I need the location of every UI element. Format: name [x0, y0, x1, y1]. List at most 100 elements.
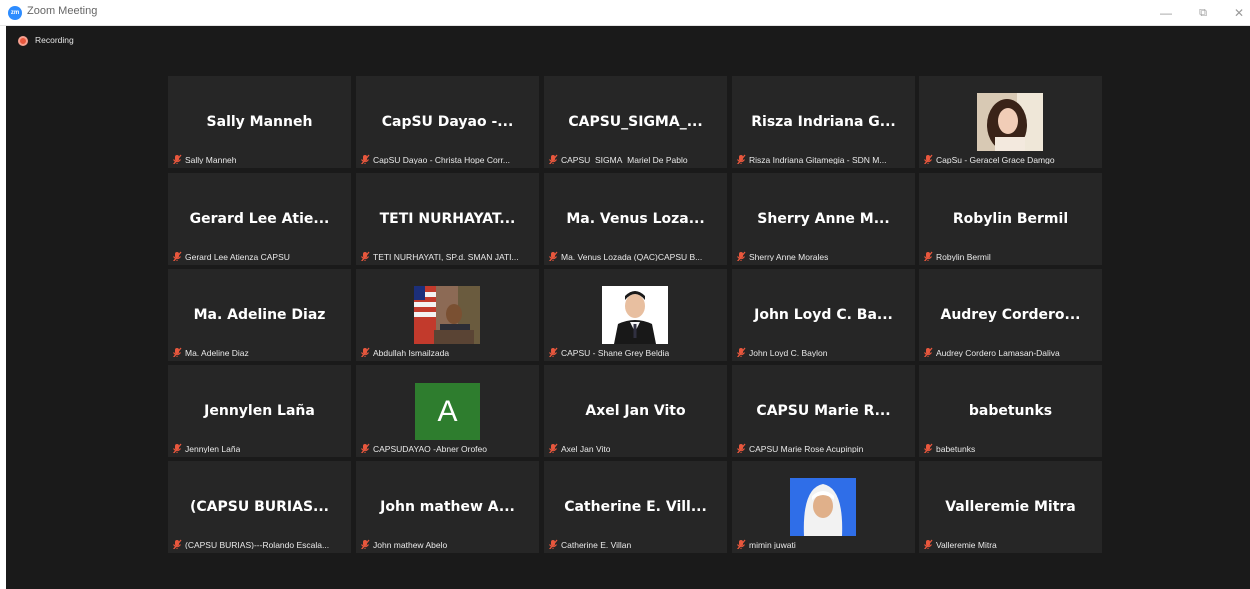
participant-name: Audrey Cordero Lamasan-Daliva	[936, 347, 1060, 357]
participant-tile[interactable]: CAPSU_SIGMA_... CAPSU_SIGMA_Mariel De Pab…	[544, 76, 727, 168]
participant-tile[interactable]: CapSu - Geracel Grace Damgo	[919, 76, 1102, 168]
participant-display-name: Sherry Anne M...	[757, 211, 890, 227]
participant-tile[interactable]: TETI NURHAYAT... TETI NURHAYATI, SP.d. SM…	[356, 173, 539, 265]
participant-name-label: John Loyd C. Baylon	[736, 344, 827, 357]
participant-display-name: TETI NURHAYAT...	[379, 211, 516, 227]
muted-mic-icon	[923, 154, 933, 164]
participant-name: CAPSU - Shane Grey Beldia	[561, 347, 670, 357]
participant-tile[interactable]: John Loyd C. Ba... John Loyd C. Baylon	[732, 269, 915, 361]
participant-name: Sally Manneh	[185, 154, 237, 164]
participant-name: Axel Jan Vito	[561, 443, 611, 453]
participant-tile[interactable]: Abdullah Ismailzada	[356, 269, 539, 361]
participant-tile[interactable]: A CAPSUDAYAO -Abner Orofeo	[356, 365, 539, 457]
participant-display-name: Audrey Cordero...	[940, 307, 1081, 323]
participant-name-label: Jennylen Laña	[172, 440, 240, 453]
participant-display-name: CAPSU_SIGMA_...	[568, 114, 703, 130]
participant-name-label: mimin juwati	[736, 536, 796, 549]
participant-tile[interactable]: Gerard Lee Atie... Gerard Lee Atienza CAP…	[168, 173, 351, 265]
muted-mic-icon	[360, 251, 370, 261]
participant-name-label: Axel Jan Vito	[548, 440, 610, 453]
participant-tile[interactable]: Robylin Bermil Robylin Bermil	[919, 173, 1102, 265]
participant-display-name: Axel Jan Vito	[585, 403, 686, 419]
participant-tile[interactable]: Ma. Venus Loza... Ma. Venus Lozada (QAC)C…	[544, 173, 727, 265]
participant-display-name: John mathew A...	[380, 499, 515, 515]
muted-mic-icon	[923, 539, 933, 549]
participant-name-label: Sally Manneh	[172, 151, 237, 164]
window-title: Zoom Meeting	[27, 5, 98, 17]
participant-name-label: CAPSU_SIGMA_Mariel De Pablo	[548, 151, 688, 164]
participant-tile[interactable]: Sally Manneh Sally Manneh	[168, 76, 351, 168]
muted-mic-icon	[172, 154, 182, 164]
participant-name-label: John mathew Abelo	[360, 536, 447, 549]
participant-name-label: babetunks	[923, 440, 975, 453]
recording-icon	[18, 36, 28, 46]
participant-tile[interactable]: Valleremie Mitra Valleremie Mitra	[919, 461, 1102, 553]
participant-display-name: Jennylen Laña	[204, 403, 315, 419]
muted-mic-icon	[736, 443, 746, 453]
participant-display-name: Valleremie Mitra	[945, 499, 1076, 515]
participant-name-label: Ma. Adeline Diaz	[172, 344, 249, 357]
participant-tile[interactable]: Axel Jan Vito Axel Jan Vito	[544, 365, 727, 457]
participant-tile[interactable]: CAPSU - Shane Grey Beldia	[544, 269, 727, 361]
participant-name-label: Ma. Venus Lozada (QAC)CAPSU B...	[548, 248, 702, 261]
close-button[interactable]: ✕	[1230, 4, 1248, 22]
photo-man-formal-portrait	[602, 286, 668, 344]
zoom-logo-icon: zm	[8, 6, 22, 20]
participant-name: Jennylen Laña	[185, 443, 241, 453]
participant-tile[interactable]: mimin juwati	[732, 461, 915, 553]
muted-mic-icon	[172, 347, 182, 357]
muted-mic-icon	[172, 251, 182, 261]
participant-tile[interactable]: (CAPSU BURIAS... (CAPSU BURIAS)---Rolando…	[168, 461, 351, 553]
restore-button[interactable]: ⧉	[1194, 4, 1212, 22]
participant-tile[interactable]: Catherine E. Vill... Catherine E. Villan	[544, 461, 727, 553]
participant-name: Robylin Bermil	[936, 251, 991, 261]
participant-display-name: CapSU Dayao -...	[381, 114, 514, 130]
participant-display-name: CAPSU Marie R...	[756, 403, 891, 419]
participant-tile[interactable]: John mathew A... John mathew Abelo	[356, 461, 539, 553]
participant-tile[interactable]: babetunks babetunks	[919, 365, 1102, 457]
photo-woman-hijab	[790, 478, 856, 536]
muted-mic-icon	[736, 347, 746, 357]
participant-tile[interactable]: CAPSU Marie R... CAPSU Marie Rose Acupinp…	[732, 365, 915, 457]
participant-name: CAPSU Marie Rose Acupinpin	[749, 443, 864, 453]
minimize-button[interactable]: —	[1157, 4, 1175, 22]
participant-display-name: Robylin Bermil	[952, 211, 1069, 227]
participant-name: Ma. Adeline Diaz	[185, 347, 249, 357]
muted-mic-icon	[548, 251, 558, 261]
participant-name: Ma. Venus Lozada (QAC)CAPSU B...	[561, 251, 703, 261]
participant-display-name: Sally Manneh	[206, 114, 313, 130]
participant-name: babetunks	[936, 443, 976, 453]
muted-mic-icon	[360, 154, 370, 164]
participant-tile[interactable]: Audrey Cordero... Audrey Cordero Lamasan-…	[919, 269, 1102, 361]
participant-tile[interactable]: CapSU Dayao -... CapSU Dayao - Christa Ho…	[356, 76, 539, 168]
participant-display-name: (CAPSU BURIAS...	[190, 499, 329, 515]
participant-display-name: Ma. Venus Loza...	[566, 211, 705, 227]
participant-name: Catherine E. Villan	[561, 539, 632, 549]
participant-tile[interactable]: Jennylen Laña Jennylen Laña	[168, 365, 351, 457]
participant-tile[interactable]: Sherry Anne M... Sherry Anne Morales	[732, 173, 915, 265]
participant-name-label: Gerard Lee Atienza CAPSU	[172, 248, 290, 261]
participant-display-name: Ma. Adeline Diaz	[193, 307, 326, 323]
participant-tile[interactable]: Risza Indriana G... Risza Indriana Gitame…	[732, 76, 915, 168]
participant-name: John Loyd C. Baylon	[749, 347, 828, 357]
muted-mic-icon	[548, 347, 558, 357]
participant-name: CAPSUDAYAO -Abner Orofeo	[373, 443, 488, 453]
muted-mic-icon	[360, 347, 370, 357]
muted-mic-icon	[360, 539, 370, 549]
participant-name-label: Sherry Anne Morales	[736, 248, 828, 261]
participant-name-label: CAPSUDAYAO -Abner Orofeo	[360, 440, 487, 453]
participant-display-name: Risza Indriana G...	[751, 114, 896, 130]
participant-name: mimin juwati	[749, 539, 796, 549]
participant-name: John mathew Abelo	[373, 539, 448, 549]
participant-name: TETI NURHAYATI, SP.d. SMAN JATI...	[373, 251, 519, 261]
participant-name-label: (CAPSU BURIAS)---Rolando Escala...	[172, 536, 329, 549]
muted-mic-icon	[548, 539, 558, 549]
muted-mic-icon	[736, 539, 746, 549]
participant-display-name: Catherine E. Vill...	[564, 499, 707, 515]
participant-name-label: Audrey Cordero Lamasan-Daliva	[923, 344, 1060, 357]
participant-display-name: Gerard Lee Atie...	[189, 211, 330, 227]
participant-name: Gerard Lee Atienza CAPSU	[185, 251, 290, 261]
muted-mic-icon	[548, 443, 558, 453]
muted-mic-icon	[172, 539, 182, 549]
participant-tile[interactable]: Ma. Adeline Diaz Ma. Adeline Diaz	[168, 269, 351, 361]
